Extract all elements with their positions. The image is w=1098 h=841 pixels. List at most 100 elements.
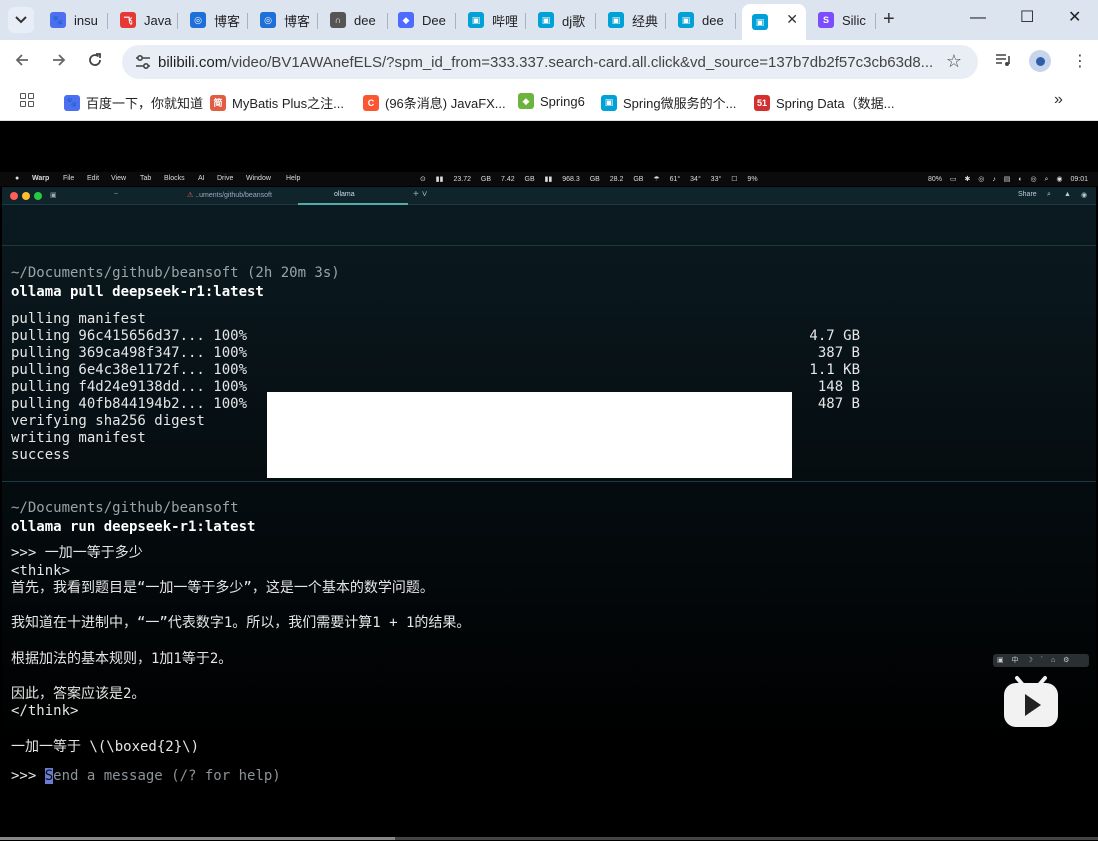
bookmarks-more-button[interactable]: » xyxy=(1054,91,1063,109)
minimize-button[interactable]: — xyxy=(970,8,986,28)
video-mini-toolbar[interactable]: ▣ 中 ☽ ˋ ⌂ ⚙ xyxy=(993,654,1089,667)
tab-favicon-icon: ◎ xyxy=(190,12,206,28)
menu-view: View xyxy=(111,175,127,182)
bookmark-favicon-icon: 简 xyxy=(210,94,226,111)
layer-size: 1.1 KB xyxy=(809,362,860,378)
tab-favicon-icon: S xyxy=(818,12,834,28)
browser-toolbar: bilibili.com/video/BV1AWAnefELS/?spm_id_… xyxy=(0,40,1098,85)
menubar-status-stats: ⊙ ▮▮ 23.72 GB 7.42 GB ▮▮ 968.3 GB 28.2 G… xyxy=(420,176,758,183)
reload-icon xyxy=(89,53,101,66)
profile-avatar[interactable] xyxy=(1029,50,1051,72)
bookmark-item[interactable]: ▣ Spring微服务的个... xyxy=(601,93,736,112)
back-button[interactable] xyxy=(14,52,30,72)
input-prompt: >>> xyxy=(11,768,45,784)
bookmark-item[interactable]: C (96条消息) JavaFX... xyxy=(363,93,506,112)
bookmark-star-icon[interactable]: ☆ xyxy=(946,51,962,72)
tab-label: 博客 xyxy=(214,13,241,29)
active-tab-indicator xyxy=(298,203,408,205)
tab-separator xyxy=(525,13,526,29)
menu-tab: Tab xyxy=(140,175,152,182)
layer-size: 487 B xyxy=(817,396,860,412)
chat-output-line: 首先，我看到题目是“一加一等于多少”，这是一个基本的数学问题。 xyxy=(11,580,434,597)
menu-file: File xyxy=(63,175,75,182)
bookmark-label: (96条消息) JavaFX... xyxy=(385,96,506,111)
tab-favicon-icon: ▣ xyxy=(678,12,694,28)
browser-tab[interactable]: 🐾 insu xyxy=(40,4,108,36)
tab-favicon-icon: ▣ xyxy=(608,12,624,28)
chat-output-line: </think> xyxy=(11,703,79,720)
browser-tab[interactable]: ▣ ✕ xyxy=(742,4,806,40)
url-text: bilibili.com/video/BV1AWAnefELS/?spm_id_… xyxy=(158,54,933,71)
video-progress-bar[interactable] xyxy=(0,837,1098,840)
block-divider xyxy=(2,245,1096,246)
bookmark-favicon-icon: ▣ xyxy=(601,94,617,111)
bookmarks-bar: 🐾 百度一下，你就知道简 MyBatis Plus之注... C (96条消息) Jav… xyxy=(0,85,1098,121)
menu-ai: AI xyxy=(198,175,205,182)
block-divider xyxy=(2,481,1096,482)
chat-output-line: 因此，答案应该是2。 xyxy=(11,685,146,702)
bookmark-favicon-icon: ◆ xyxy=(518,93,534,109)
input-cursor: S xyxy=(44,768,54,784)
block1-cwd: ~/Documents/github/beansoft (2h 20m 3s) xyxy=(11,265,340,281)
tab-label: dee xyxy=(354,12,376,28)
tab-separator xyxy=(875,13,876,29)
bookmark-label: Spring微服务的个... xyxy=(623,96,737,111)
tab-separator xyxy=(107,13,108,29)
tab-label: dee xyxy=(702,12,724,28)
play-icon[interactable] xyxy=(1003,675,1059,729)
progress-bars-redacted xyxy=(267,392,792,478)
bookmark-item[interactable]: 🐾 百度一下，你就知道 xyxy=(64,93,203,112)
chevron-down-icon xyxy=(15,16,27,24)
media-control-icon[interactable] xyxy=(995,53,1011,72)
url-path: /video/BV1AWAnefELS/?spm_id_from=333.337… xyxy=(227,54,934,71)
pull-output-line: verifying sha256 digest xyxy=(11,413,205,429)
browser-tab[interactable]: ▣ dee xyxy=(668,4,736,36)
pull-output-line: pulling 40fb844194b2... 100% xyxy=(11,396,248,412)
tab-separator xyxy=(177,13,178,29)
bookmark-favicon-icon: 51 xyxy=(754,94,770,111)
site-info-icon[interactable] xyxy=(134,54,152,70)
reload-button[interactable] xyxy=(87,52,103,72)
chat-output-line: 一加一等于 \(\boxed{2}\) xyxy=(11,738,200,755)
layer-size: 4.7 GB xyxy=(809,328,860,344)
tab-label: 博客 xyxy=(284,13,311,29)
browser-tab[interactable]: ▣ dj歌 xyxy=(528,4,596,36)
tab-separator xyxy=(665,13,666,29)
tab-label: dj歌 xyxy=(562,13,586,29)
bookmark-item[interactable]: 简 MyBatis Plus之注... xyxy=(210,93,344,112)
browser-tab[interactable]: ∩ dee xyxy=(320,4,388,36)
tab-search-button[interactable] xyxy=(8,7,34,33)
block1-command: ollama pull deepseek-r1:latest xyxy=(11,284,264,300)
zoom-light-icon xyxy=(34,192,42,200)
tab-favicon-icon: ◆ xyxy=(398,12,414,28)
menubar-status-right: 80% ▭ ✱ ◎ ♪ ▤ ◐ ◎ ⌕ ◉ 09:01 xyxy=(927,176,1088,183)
browser-tab[interactable]: ◆ Dee xyxy=(388,4,456,36)
menu-blocks: Blocks xyxy=(164,175,185,182)
menu-edit: Edit xyxy=(87,175,100,182)
bookmark-item[interactable]: 51 Spring Data（数据... xyxy=(754,93,895,112)
maximize-button[interactable]: ☐ xyxy=(1020,8,1034,28)
tab-label: 经典 xyxy=(632,13,659,29)
tab-favicon-icon: 飞 xyxy=(120,12,136,28)
browser-tab[interactable]: 飞 Java xyxy=(110,4,178,36)
forward-button[interactable] xyxy=(51,52,67,72)
bookmark-item[interactable]: ◆ Spring6 xyxy=(518,93,585,109)
browser-tab[interactable]: S Silic xyxy=(808,4,876,36)
pull-output-line: pulling 369ca498f347... 100% xyxy=(11,345,248,361)
pull-output-line: pulling 96c415656d37... 100% xyxy=(11,328,248,344)
tab-close-icon[interactable]: ✕ xyxy=(786,11,798,28)
new-tab-button[interactable]: + xyxy=(883,9,895,29)
browser-tab[interactable]: ◎ 博客 xyxy=(180,4,248,36)
video-player[interactable]: ● Warp File Edit View Tab Blocks AI Driv… xyxy=(0,121,1098,841)
bookmark-label: Spring Data（数据... xyxy=(776,96,895,111)
browser-tab[interactable]: ◎ 博客 xyxy=(250,4,318,36)
address-bar[interactable]: bilibili.com/video/BV1AWAnefELS/?spm_id_… xyxy=(122,45,978,79)
more-menu-icon[interactable]: ⋮ xyxy=(1072,53,1088,71)
close-window-button[interactable]: ✕ xyxy=(1068,8,1081,28)
browser-tab[interactable]: ▣ 经典 xyxy=(598,4,666,36)
apps-grid-icon[interactable] xyxy=(20,93,34,107)
terminal-input[interactable]: >>> Send a message (/? for help) xyxy=(11,768,281,784)
browser-tab[interactable]: ▣ 哔哩 xyxy=(458,4,526,36)
bookmark-label: 百度一下，你就知道 xyxy=(86,96,204,111)
pull-output-line: pulling manifest xyxy=(11,311,146,327)
